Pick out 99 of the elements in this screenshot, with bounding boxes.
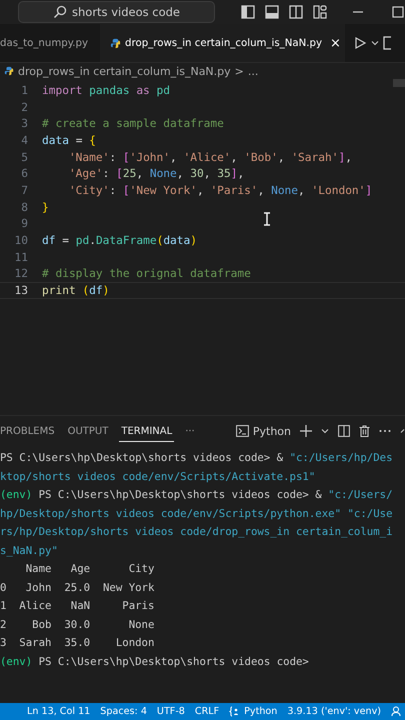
terminal-line: 3 Sarah 35.0 London [0, 635, 156, 651]
code-token: , [136, 167, 144, 180]
code-token: = [76, 134, 84, 147]
code-token: , [298, 184, 306, 197]
code-token: , [176, 167, 185, 180]
status-item[interactable]: UTF-8 [156, 706, 185, 717]
terminal-line: (env) PS C:\Users\hp\Desktop\shorts videos code> & "c:/Users/ [0, 487, 394, 503]
code-token: , [258, 184, 266, 197]
code-token: , [204, 167, 212, 180]
terminal-line: hp/Desktop/shorts videos code/env/Scripts/python.exe" "c:/Use [0, 506, 394, 522]
code-token: [ [116, 167, 123, 180]
line-number: 10 [14, 234, 28, 248]
code-token: ) [190, 234, 198, 248]
code-string: 'Sarah' [291, 150, 338, 164]
line-number: 2 [20, 100, 28, 114]
terminal-line: PS C:\Users\hp\Desktop\shorts videos code> & "c:/Users/hp/Des [0, 450, 394, 466]
line-number: 13 [14, 284, 28, 298]
code-token: [ [122, 184, 130, 197]
more-button[interactable]: ··· [183, 420, 197, 442]
terminal-line: 1 Alice NaN Paris [0, 598, 156, 614]
code-token: , [345, 150, 352, 164]
code-token: None [271, 184, 298, 197]
code-string: 'Age' [68, 167, 103, 180]
code-string: 'City' [68, 184, 110, 197]
code-token: import [42, 84, 84, 97]
line-number: 7 [20, 184, 28, 197]
line-number: 8 [20, 200, 28, 214]
code-token: df [89, 284, 103, 298]
code-token: pd [156, 84, 170, 97]
code-token: 30 [190, 167, 204, 180]
line-number: 3 [20, 117, 28, 130]
code-token: None [150, 167, 177, 180]
code-token: : [109, 184, 118, 197]
editor-tab[interactable]: drop_rows_in certain_colum_is_NaN.py × [100, 24, 345, 62]
terminal-line: Name Age City [24, 561, 156, 577]
code-string: 'London' [312, 184, 366, 197]
code-token: [ [122, 150, 130, 164]
code-token: , [196, 184, 205, 197]
status-item[interactable]: CRLF [194, 706, 220, 717]
code-token: , [237, 167, 244, 180]
code-token: : [109, 150, 118, 164]
panel-tab[interactable]: TERMINAL [119, 420, 174, 442]
terminal-line: 2 Bob 30.0 None [0, 616, 156, 632]
code-token: ) [102, 284, 110, 298]
code-string: 'Paris' [210, 184, 258, 197]
line-number: 12 [14, 267, 28, 280]
code-token: DataFrame [96, 234, 157, 248]
status-item[interactable]: Spaces: 4 [100, 706, 147, 717]
terminal-selector[interactable]: Python [236, 424, 291, 438]
code-comment: # display the orignal dataframe [42, 267, 251, 280]
code-token: , [230, 150, 238, 164]
code-token: data [163, 234, 190, 248]
line-number: 5 [20, 150, 28, 164]
code-string: 'Alice' [184, 150, 231, 164]
code-token: { [89, 134, 96, 147]
code-token: ( [156, 234, 164, 248]
line-number: 9 [20, 217, 28, 230]
code-token: . [89, 234, 96, 248]
line-number: 11 [14, 250, 28, 264]
code-token: } [42, 200, 49, 214]
terminal-line: rs/hp/Desktop/shorts videos code/drop_rows_in certain_colum_i [0, 524, 394, 540]
code-token: pandas [89, 84, 131, 97]
search-field[interactable]: shorts videos code [18, 1, 215, 23]
code-token: print [42, 284, 77, 298]
code-token: ] [338, 150, 346, 164]
terminal-line: (env) PS C:\Users\hp\Desktop\shorts videos code> [0, 654, 310, 670]
code-string: 'New York' [130, 184, 197, 197]
code-string: 'Bob' [244, 150, 278, 164]
code-token: df [42, 234, 56, 248]
code-string: 'John' [130, 150, 170, 164]
code-token: ( [82, 284, 90, 298]
line-number: 6 [20, 167, 28, 180]
terminal-line: ktop/shorts videos code/env/Scripts/Activate.ps1" [0, 468, 316, 484]
terminal-line: 0 John 25.0 New York [0, 580, 156, 596]
code-token: , [170, 150, 178, 164]
code-token: pd [76, 234, 90, 248]
status-item[interactable]: 3.9.13 ('env': venv) [287, 706, 381, 717]
line-number: 4 [20, 134, 28, 147]
breadcrumb-item[interactable]: ... [248, 64, 258, 78]
code-token: : [102, 167, 110, 180]
code-comment: # create a sample dataframe [42, 117, 224, 130]
language-mode[interactable]: Python [229, 706, 278, 717]
breadcrumb-separator: > [234, 64, 244, 78]
close-icon[interactable]: × [330, 36, 341, 50]
code-token: data [42, 134, 70, 147]
line-number: 1 [20, 84, 28, 97]
code-token: , [278, 150, 286, 164]
panel-tab[interactable]: PROBLEMS [0, 420, 57, 442]
code-token: 35 [217, 167, 231, 180]
code-token: ] [365, 184, 372, 197]
panel-tab[interactable]: OUTPUT [66, 420, 110, 442]
code-token: ] [230, 167, 238, 180]
code-token: as [136, 84, 151, 97]
code-string: 'Name' [68, 150, 110, 164]
code-token: 25 [122, 167, 136, 180]
breadcrumb-item[interactable]: drop_rows_in certain_colum_is_NaN.py [18, 64, 231, 78]
status-item[interactable]: Ln 13, Col 11 [27, 706, 90, 717]
terminal-line: s_NaN.py" [0, 542, 59, 558]
code-token: = [62, 234, 70, 248]
